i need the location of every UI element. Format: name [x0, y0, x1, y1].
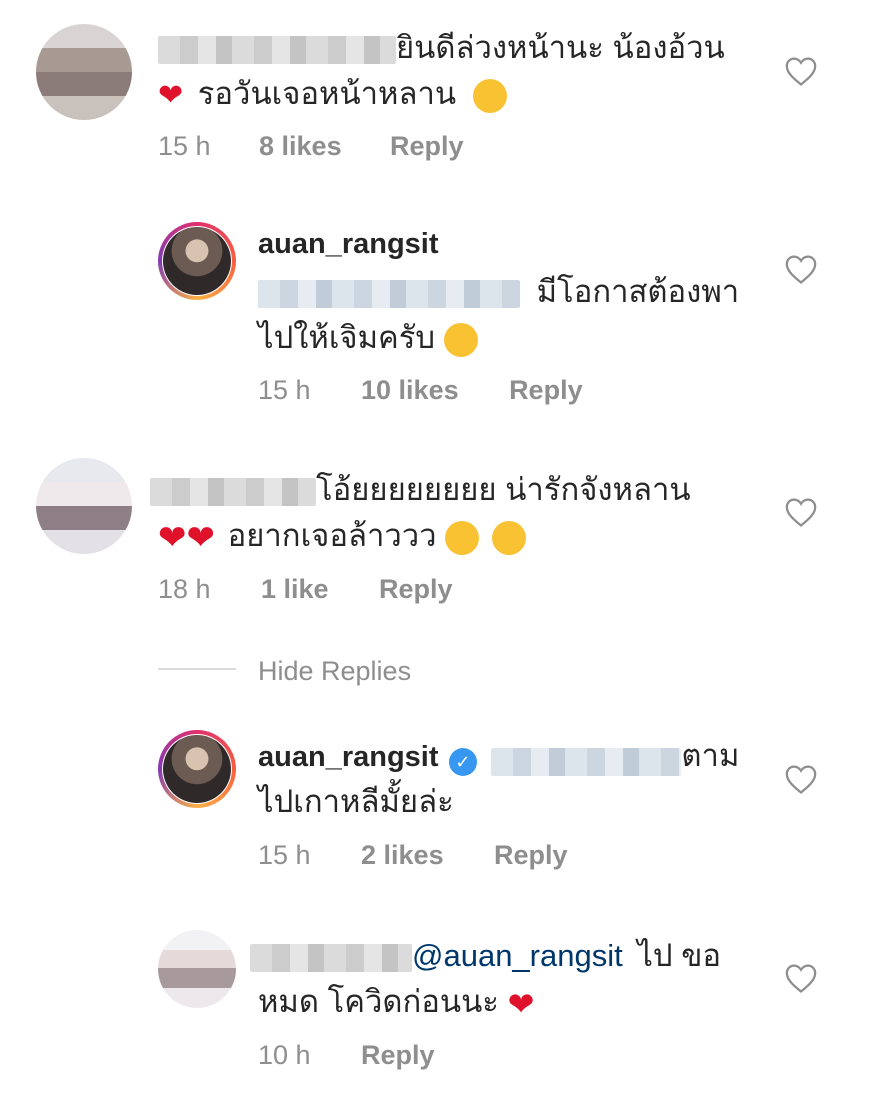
comment-meta: 15 h 2 likes Reply	[258, 840, 568, 871]
timestamp: 18 h	[158, 574, 211, 604]
avatar[interactable]	[158, 222, 236, 300]
red-heart-emoji-icon: ❤❤	[158, 518, 215, 557]
profile-photo	[163, 227, 231, 295]
reply-button[interactable]: Reply	[361, 1040, 435, 1070]
likes-count[interactable]: 2 likes	[361, 840, 444, 870]
avatar[interactable]	[158, 730, 236, 808]
comment-text-line2: ❤ รอวันเจอหน้าหลาน	[158, 78, 507, 113]
comment-text-line2: ไปให้เจิมครับ	[258, 322, 478, 357]
avatar[interactable]	[36, 458, 132, 554]
comment-meta: 15 h 8 likes Reply	[158, 131, 464, 162]
likes-count[interactable]: 10 likes	[361, 375, 459, 405]
avatar[interactable]	[36, 24, 132, 120]
heart-outline-icon[interactable]	[784, 962, 818, 994]
username[interactable]: auan_rangsit	[258, 228, 439, 261]
likes-count[interactable]: 8 likes	[259, 131, 342, 161]
verified-badge-icon: ✓	[448, 747, 477, 776]
kissing-face-emoji-icon	[491, 520, 526, 555]
reply-button[interactable]: Reply	[390, 131, 464, 161]
comment-text-line2: ไปเกาหลีมั้ยล่ะ	[258, 784, 454, 819]
heart-outline-icon[interactable]	[784, 763, 818, 795]
comment-meta: 15 h 10 likes Reply	[258, 375, 583, 406]
kissing-face-emoji-icon	[445, 520, 480, 555]
comment-text: ยินดีล่วงหน้านะ น้องอ้วน	[158, 32, 725, 64]
likes-count[interactable]: 1 like	[261, 574, 329, 604]
comment-text: มีโอกาสต้องพา	[258, 276, 739, 308]
reply-button[interactable]: Reply	[494, 840, 568, 870]
heart-eyes-emoji-icon	[443, 322, 478, 357]
divider	[158, 668, 236, 670]
reply-button[interactable]: Reply	[509, 375, 583, 405]
heart-outline-icon[interactable]	[784, 55, 818, 87]
comment-text-line2: ❤❤ อยากเจอล้าววว	[158, 520, 526, 555]
comment-text: auan_rangsit ✓ ตาม	[258, 740, 739, 776]
blurred-username[interactable]	[158, 35, 396, 64]
blurred-username[interactable]	[150, 477, 316, 506]
blurred-mention[interactable]	[491, 747, 682, 776]
timestamp: 15 h	[258, 840, 311, 870]
blurred-mention[interactable]	[258, 279, 520, 308]
timestamp: 10 h	[258, 1040, 311, 1070]
reply-button[interactable]: Reply	[379, 574, 453, 604]
profile-photo	[163, 735, 231, 803]
timestamp: 15 h	[158, 131, 211, 161]
comment-text-line2: หมด โควิดก่อนนะ ❤	[258, 984, 535, 1022]
username[interactable]: auan_rangsit	[258, 741, 439, 773]
heart-outline-icon[interactable]	[784, 496, 818, 528]
comment-meta: 18 h 1 like Reply	[158, 574, 453, 605]
hide-replies-button[interactable]: Hide Replies	[258, 656, 411, 687]
blurred-username[interactable]	[250, 943, 412, 972]
avatar[interactable]	[158, 930, 236, 1008]
mention-link[interactable]: @auan_rangsit	[412, 938, 623, 973]
comment-meta: 10 h Reply	[258, 1040, 435, 1071]
comment-text: @auan_rangsit ไป ขอ	[250, 940, 721, 972]
two-hearts-emoji-icon: ❤	[158, 78, 184, 112]
red-heart-emoji-icon: ❤	[507, 985, 535, 1022]
heart-outline-icon[interactable]	[784, 253, 818, 285]
smiling-face-with-hearts-emoji-icon	[472, 78, 507, 113]
comment-text: โอ้ยยยยยยยย น่ารักจังหลาน	[150, 474, 691, 506]
timestamp: 15 h	[258, 375, 311, 405]
